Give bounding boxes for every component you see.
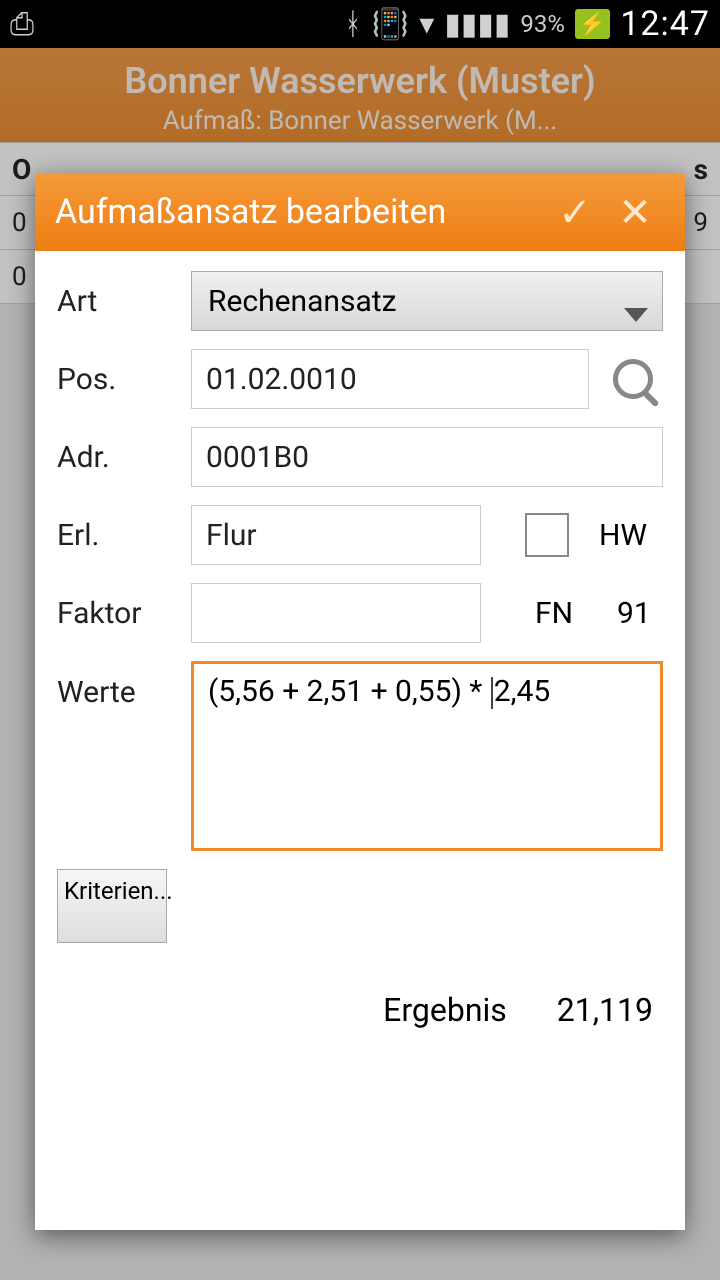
pos-search-button[interactable]: [603, 349, 663, 409]
status-bar: ⎙ ᚼ 📳 ▾ ▮▮▮▮ 93% ⚡ 12:47: [0, 0, 720, 48]
pos-label: Pos.: [57, 362, 177, 397]
modal-overlay: Aufmaßansatz bearbeiten ✓ ✕ Art Rechenan…: [0, 48, 720, 1280]
close-button[interactable]: ✕: [605, 189, 665, 236]
adr-label: Adr.: [57, 440, 177, 475]
confirm-button[interactable]: ✓: [545, 189, 605, 236]
battery-pct: 93%: [520, 10, 565, 38]
hw-label: HW: [599, 518, 647, 553]
vibrate-icon: 📳: [372, 7, 409, 42]
chevron-down-icon: [624, 308, 648, 322]
pos-input[interactable]: 01.02.0010: [191, 349, 589, 409]
search-icon: [613, 359, 653, 399]
check-icon: ✓: [558, 189, 592, 236]
fn-label: FN: [535, 596, 573, 631]
wifi-icon: ▾: [419, 7, 434, 42]
art-value: Rechenansatz: [208, 284, 396, 319]
close-icon: ✕: [618, 189, 652, 236]
hw-checkbox[interactable]: [525, 513, 569, 557]
battery-icon: ⚡: [575, 9, 610, 39]
erl-label: Erl.: [57, 518, 177, 553]
edit-dialog: Aufmaßansatz bearbeiten ✓ ✕ Art Rechenan…: [35, 173, 685, 1230]
pos-value: 01.02.0010: [206, 362, 357, 397]
erl-value: Flur: [206, 518, 257, 553]
art-label: Art: [57, 284, 177, 319]
adr-input[interactable]: 0001B0: [191, 427, 663, 487]
erl-input[interactable]: Flur: [191, 505, 481, 565]
dialog-header: Aufmaßansatz bearbeiten ✓ ✕: [35, 173, 685, 251]
bluetooth-icon: ᚼ: [344, 7, 362, 42]
faktor-label: Faktor: [57, 596, 177, 631]
werte-pre: (5,56 + 2,51 + 0,55) *: [208, 674, 490, 709]
signal-icon: ▮▮▮▮: [444, 7, 510, 42]
werte-input[interactable]: (5,56 + 2,51 + 0,55) * 2,45: [191, 661, 663, 851]
art-select[interactable]: Rechenansatz: [191, 271, 663, 331]
clock: 12:47: [620, 4, 710, 44]
dialog-title: Aufmaßansatz bearbeiten: [55, 192, 545, 232]
adr-value: 0001B0: [206, 440, 309, 475]
text-cursor: [491, 677, 493, 709]
werte-label: Werte: [57, 661, 177, 710]
kriterien-button[interactable]: Kriterien...: [57, 869, 167, 943]
usb-icon: ⎙: [10, 7, 34, 42]
faktor-input[interactable]: [191, 583, 481, 643]
ergebnis-label: Ergebnis: [383, 991, 507, 1029]
werte-post: 2,45: [494, 674, 550, 709]
ergebnis-value: 21,119: [557, 991, 653, 1029]
fn-value: 91: [617, 596, 651, 631]
